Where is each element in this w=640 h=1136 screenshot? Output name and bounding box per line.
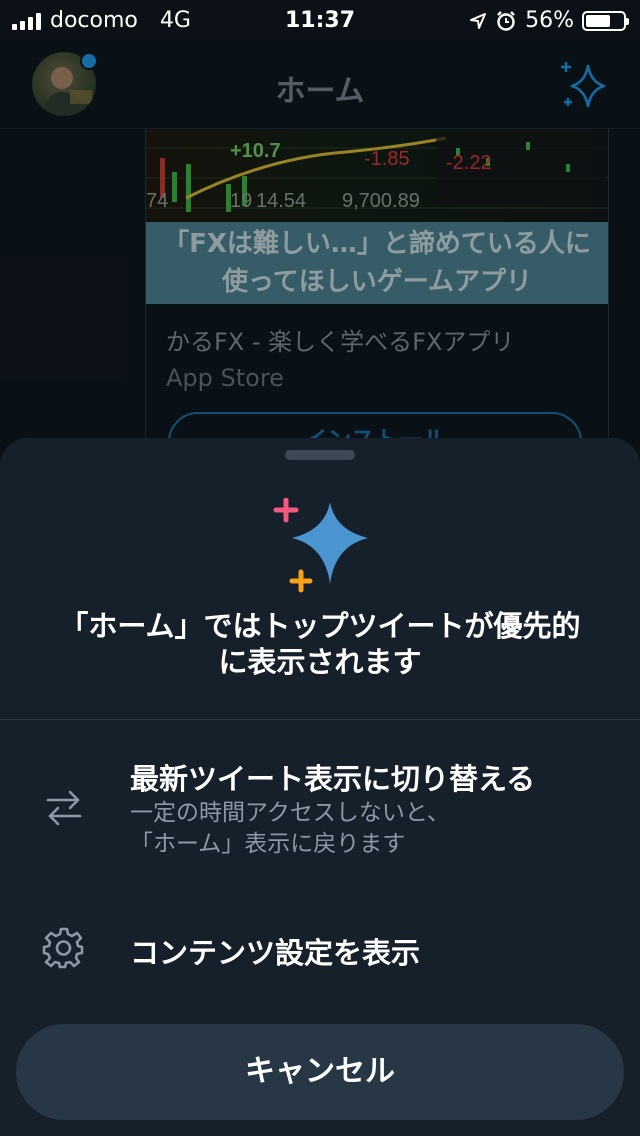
cancel-button[interactable]: キャンセル [16, 1024, 624, 1120]
sheet-title-line: 「ホーム」ではトップツイートが優先的 [59, 609, 581, 643]
gear-icon[interactable] [42, 926, 86, 970]
sheet-title-line: に表示されます [218, 645, 422, 679]
swap-arrows-icon[interactable] [44, 788, 84, 828]
content-settings-option[interactable]: コンテンツ設定を表示 [130, 930, 420, 972]
option-description-line: 「ホーム」表示に戻ります [130, 831, 406, 857]
option-description-line: 一定の時間アクセスしないと、 [130, 800, 450, 826]
sheet-grabber[interactable] [285, 450, 355, 460]
location-arrow-icon [470, 12, 487, 29]
sparkle-icon [273, 498, 368, 593]
option-description: 一定の時間アクセスしないと、 「ホーム」表示に戻ります [130, 798, 450, 860]
bottom-sheet: 「ホーム」ではトップツイートが優先的 に表示されます 最新ツイート表示に切り替え… [0, 438, 640, 1136]
battery-percent: 56% [525, 8, 574, 33]
status-bar: docomo 4G 11:37 56% [0, 0, 640, 40]
switch-latest-tweets-option[interactable]: 最新ツイート表示に切り替える [130, 756, 535, 798]
divider [0, 719, 640, 720]
battery-icon [582, 10, 629, 31]
alarm-icon [497, 10, 515, 31]
sheet-title: 「ホーム」ではトップツイートが優先的 に表示されます [0, 608, 640, 680]
